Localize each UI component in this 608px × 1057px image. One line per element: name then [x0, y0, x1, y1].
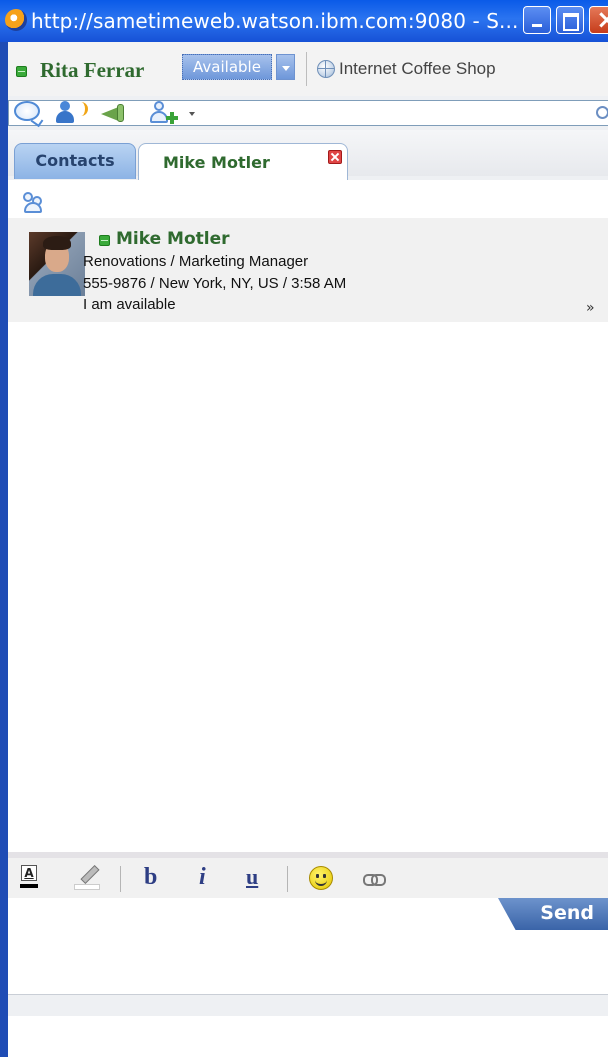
minimize-button[interactable] [523, 6, 551, 34]
send-button[interactable]: Send [498, 898, 608, 930]
tab-chat-mike-motler[interactable]: Mike Motler [138, 143, 348, 181]
add-contact-icon[interactable] [150, 101, 180, 125]
contact-title: Renovations / Marketing Manager [83, 253, 309, 270]
location-label[interactable]: Internet Coffee Shop [339, 59, 496, 79]
emoticon-icon[interactable] [309, 866, 333, 890]
separator [306, 52, 307, 86]
avatar [29, 232, 85, 296]
search-input[interactable] [8, 100, 608, 126]
chat-icon[interactable] [14, 101, 40, 121]
window-title: http://sametimeweb.watson.ibm.com:9080 -… [31, 9, 519, 33]
highlight-color-icon[interactable] [74, 864, 100, 890]
add-contact-dropdown-arrow-icon[interactable] [189, 112, 195, 116]
availability-dropdown-arrow-icon[interactable] [276, 54, 295, 80]
expand-details-icon[interactable]: » [586, 300, 595, 316]
contact-name: Mike Motler [116, 229, 230, 249]
title-bar[interactable]: http://sametimeweb.watson.ibm.com:9080 -… [0, 0, 608, 42]
online-status-icon [16, 66, 27, 77]
firefox-icon [5, 9, 27, 31]
close-window-button[interactable] [589, 5, 608, 35]
bold-icon[interactable]: b [144, 864, 157, 891]
tab-chat-label: Mike Motler [163, 153, 270, 172]
chat-panel-toolbar [8, 180, 608, 219]
insert-link-icon[interactable] [363, 874, 386, 886]
contact-status-message: I am available [83, 296, 176, 313]
announcement-icon[interactable] [101, 104, 125, 122]
globe-icon[interactable] [317, 60, 335, 78]
chat-history[interactable] [8, 322, 608, 852]
close-tab-icon[interactable] [328, 150, 342, 164]
user-name[interactable]: Rita Ferrar [40, 58, 144, 83]
search-area [8, 96, 608, 130]
separator [120, 866, 121, 892]
tab-contacts[interactable]: Contacts [14, 143, 136, 179]
window-frame [0, 0, 8, 1057]
italic-icon[interactable]: i [199, 864, 206, 891]
separator [287, 866, 288, 892]
sametime-client: Rita Ferrar Available Internet Coffee Sh… [8, 42, 608, 1057]
font-color-icon[interactable]: A [20, 865, 38, 889]
underline-icon[interactable]: u [246, 864, 258, 890]
status-bar: Rita Ferrar Available Internet Coffee Sh… [8, 42, 608, 96]
bottom-status-bar [8, 994, 608, 1016]
format-toolbar [8, 858, 608, 898]
call-icon[interactable] [56, 101, 88, 125]
search-icon[interactable] [596, 106, 608, 119]
invite-group-icon[interactable] [22, 192, 48, 214]
maximize-button[interactable] [556, 6, 584, 34]
contact-phone-location-time: 555-9876 / New York, NY, US / 3:58 AM [83, 275, 347, 292]
availability-dropdown[interactable]: Available [182, 54, 272, 80]
contact-online-status-icon [99, 235, 110, 246]
